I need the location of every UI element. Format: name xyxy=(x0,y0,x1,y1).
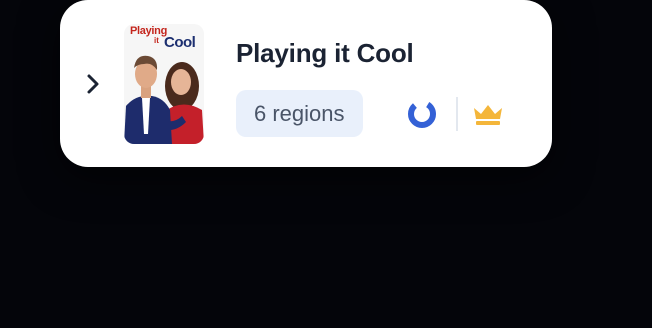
poster-title-line2: Cool xyxy=(164,34,196,51)
icon-divider xyxy=(456,97,458,131)
poster-title-line1: Playing xyxy=(130,25,168,37)
regions-badge[interactable]: 6 regions xyxy=(236,90,363,137)
movie-card[interactable]: Playing it Cool Playing it Cool 6 region… xyxy=(60,0,552,167)
regions-label: 6 regions xyxy=(254,100,345,126)
movie-title[interactable]: Playing it Cool xyxy=(236,38,414,69)
poster-title-it: it xyxy=(154,36,159,45)
chevron-right-icon[interactable] xyxy=(82,72,104,96)
movie-poster[interactable]: Playing it Cool xyxy=(124,24,204,144)
ring-logo-icon xyxy=(406,98,438,130)
crown-icon xyxy=(472,102,504,126)
